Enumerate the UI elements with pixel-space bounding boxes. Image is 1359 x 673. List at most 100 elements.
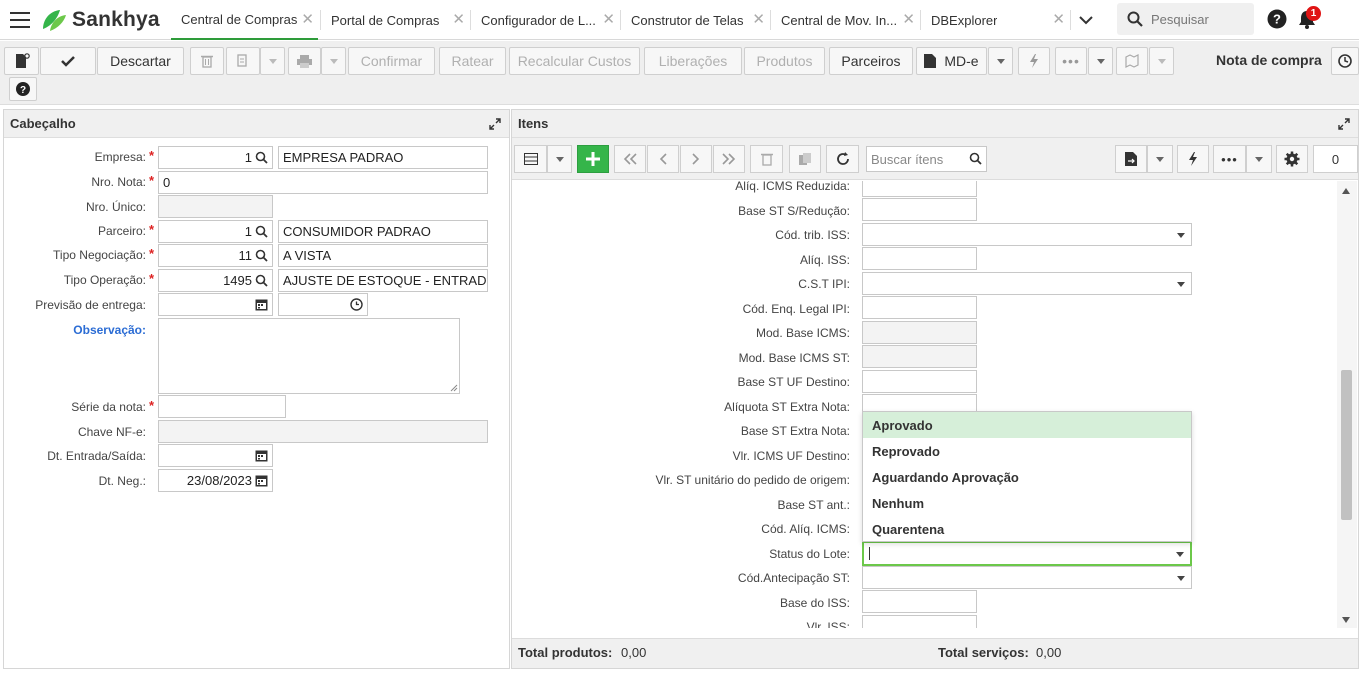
status-lote-select[interactable] bbox=[862, 541, 1192, 566]
scroll-up-icon[interactable] bbox=[1342, 188, 1350, 194]
global-search[interactable]: Pesquisar bbox=[1117, 3, 1254, 35]
item-more-button[interactable]: ••• bbox=[1213, 145, 1246, 173]
search-icon[interactable] bbox=[255, 274, 268, 287]
previsao-entrega-time-field[interactable] bbox=[278, 293, 368, 316]
resize-handle-icon[interactable] bbox=[450, 384, 458, 392]
previous-button[interactable] bbox=[647, 145, 679, 173]
print-dropdown-button[interactable] bbox=[321, 47, 346, 75]
close-icon[interactable]: ✕ bbox=[301, 12, 314, 27]
dropdown-option-aguardando-aprovacao[interactable]: Aguardando Aprovação bbox=[863, 464, 1191, 490]
calendar-icon[interactable] bbox=[255, 298, 268, 311]
export-dropdown-button[interactable] bbox=[1147, 145, 1173, 173]
tab-dbexplorer[interactable]: DBExplorer ✕ bbox=[921, 0, 1069, 40]
menu-icon[interactable] bbox=[10, 12, 30, 28]
first-page-button[interactable] bbox=[614, 145, 646, 173]
cst-ipi-select[interactable] bbox=[862, 272, 1192, 295]
grid-view-dropdown-button[interactable] bbox=[547, 145, 572, 173]
add-item-button[interactable] bbox=[577, 145, 609, 173]
dropdown-option-aprovado[interactable]: Aprovado bbox=[863, 412, 1191, 438]
partners-button[interactable]: Parceiros bbox=[829, 47, 913, 75]
parceiro-code-field[interactable]: 1 bbox=[158, 220, 273, 243]
close-icon[interactable]: ✕ bbox=[1052, 12, 1065, 27]
export-button[interactable] bbox=[1115, 145, 1147, 173]
dropdown-option-nenhum[interactable]: Nenhum bbox=[863, 490, 1191, 516]
discard-button[interactable]: Descartar bbox=[97, 47, 184, 75]
actions-button[interactable] bbox=[1018, 47, 1050, 75]
expand-icon[interactable] bbox=[1338, 118, 1350, 130]
tipo-operacao-code-field[interactable]: 1495 bbox=[158, 269, 273, 292]
expand-icon[interactable] bbox=[489, 118, 501, 130]
base-st-uf-destino-field[interactable] bbox=[862, 370, 977, 393]
aliq-iss-field[interactable] bbox=[862, 247, 977, 270]
tipo-negociacao-description-field[interactable]: A VISTA bbox=[278, 244, 488, 267]
observacao-label[interactable]: Observação: bbox=[0, 323, 146, 337]
base-iss-field[interactable] bbox=[862, 590, 977, 613]
tab-construtor-de-telas[interactable]: Construtor de Telas ✕ bbox=[621, 0, 769, 40]
search-icon[interactable] bbox=[969, 152, 982, 165]
help-icon[interactable]: ? bbox=[1267, 9, 1287, 29]
previsao-entrega-date-field[interactable] bbox=[158, 293, 273, 316]
tab-configurador[interactable]: Configurador de L... ✕ bbox=[471, 0, 619, 40]
mde-button[interactable]: MD-e bbox=[916, 47, 987, 75]
cod-antecipacao-st-select[interactable] bbox=[862, 566, 1192, 589]
aliq-icms-reduzida-field[interactable] bbox=[862, 181, 977, 197]
items-form-scroll-area[interactable]: Alíq. ICMS Reduzida: Base ST S/Redução: … bbox=[512, 181, 1337, 628]
item-actions-button[interactable] bbox=[1177, 145, 1209, 173]
delete-item-button[interactable] bbox=[750, 145, 783, 173]
prorate-button[interactable]: Ratear bbox=[439, 47, 506, 75]
close-icon[interactable]: ✕ bbox=[602, 12, 615, 27]
dt-neg-field[interactable]: 23/08/2023 bbox=[158, 469, 273, 492]
calendar-icon[interactable] bbox=[255, 474, 268, 487]
dropdown-option-reprovado[interactable]: Reprovado bbox=[863, 438, 1191, 464]
print-button[interactable] bbox=[288, 47, 321, 75]
cod-enq-legal-ipi-field[interactable] bbox=[862, 296, 977, 319]
more-button[interactable]: ••• bbox=[1055, 47, 1087, 75]
scrollbar-thumb[interactable] bbox=[1341, 370, 1352, 520]
refresh-items-button[interactable] bbox=[826, 145, 859, 173]
mde-dropdown-button[interactable] bbox=[988, 47, 1013, 75]
nro-nota-field[interactable]: 0 bbox=[158, 171, 488, 194]
search-icon[interactable] bbox=[255, 225, 268, 238]
chevron-down-icon[interactable] bbox=[1072, 8, 1100, 32]
copy-button[interactable] bbox=[226, 47, 260, 75]
dropdown-option-quarentena[interactable]: Quarentena bbox=[863, 516, 1191, 542]
more-dropdown-button[interactable] bbox=[1088, 47, 1113, 75]
map-button[interactable] bbox=[1116, 47, 1148, 75]
parceiro-description-field[interactable]: CONSUMIDOR PADRAO bbox=[278, 220, 488, 243]
map-dropdown-button[interactable] bbox=[1149, 47, 1174, 75]
close-icon[interactable]: ✕ bbox=[752, 12, 765, 27]
empresa-description-field[interactable]: EMPRESA PADRAO bbox=[278, 146, 488, 169]
releases-button[interactable]: Liberações bbox=[644, 47, 742, 75]
vlr-iss-field[interactable] bbox=[862, 615, 977, 628]
base-st-sreducao-field[interactable] bbox=[862, 198, 977, 221]
history-button[interactable] bbox=[1331, 47, 1359, 75]
tipo-operacao-description-field[interactable]: AJUSTE DE ESTOQUE - ENTRAD bbox=[278, 269, 488, 292]
new-record-button[interactable] bbox=[4, 47, 39, 75]
search-icon[interactable] bbox=[255, 249, 268, 262]
settings-button[interactable] bbox=[1276, 145, 1308, 173]
tipo-negociacao-code-field[interactable]: 11 bbox=[158, 244, 273, 267]
items-search-input[interactable]: Buscar ítens bbox=[866, 146, 987, 172]
sankhya-logo[interactable]: Sankhya bbox=[40, 6, 160, 34]
recalculate-costs-button[interactable]: Recalcular Custos bbox=[509, 47, 640, 75]
tab-central-de-mov[interactable]: Central de Mov. In... ✕ bbox=[771, 0, 919, 40]
duplicate-item-button[interactable] bbox=[789, 145, 821, 173]
confirm-button[interactable]: Confirmar bbox=[348, 47, 435, 75]
scroll-down-icon[interactable] bbox=[1342, 617, 1350, 623]
delete-button[interactable] bbox=[190, 47, 224, 75]
observacao-textarea[interactable] bbox=[158, 318, 460, 394]
save-button[interactable] bbox=[40, 47, 96, 75]
dt-entrada-saida-field[interactable] bbox=[158, 444, 273, 467]
products-button[interactable]: Produtos bbox=[744, 47, 825, 75]
close-icon[interactable]: ✕ bbox=[902, 12, 915, 27]
help-button[interactable]: ? bbox=[9, 77, 37, 101]
grid-view-button[interactable] bbox=[514, 145, 547, 173]
next-button[interactable] bbox=[680, 145, 712, 173]
search-icon[interactable] bbox=[255, 151, 268, 164]
clock-icon[interactable] bbox=[350, 298, 363, 311]
empresa-code-field[interactable]: 1 bbox=[158, 146, 273, 169]
tab-portal-de-compras[interactable]: Portal de Compras ✕ bbox=[321, 0, 469, 40]
item-more-dropdown-button[interactable] bbox=[1246, 145, 1272, 173]
last-page-button[interactable] bbox=[713, 145, 745, 173]
close-icon[interactable]: ✕ bbox=[452, 12, 465, 27]
